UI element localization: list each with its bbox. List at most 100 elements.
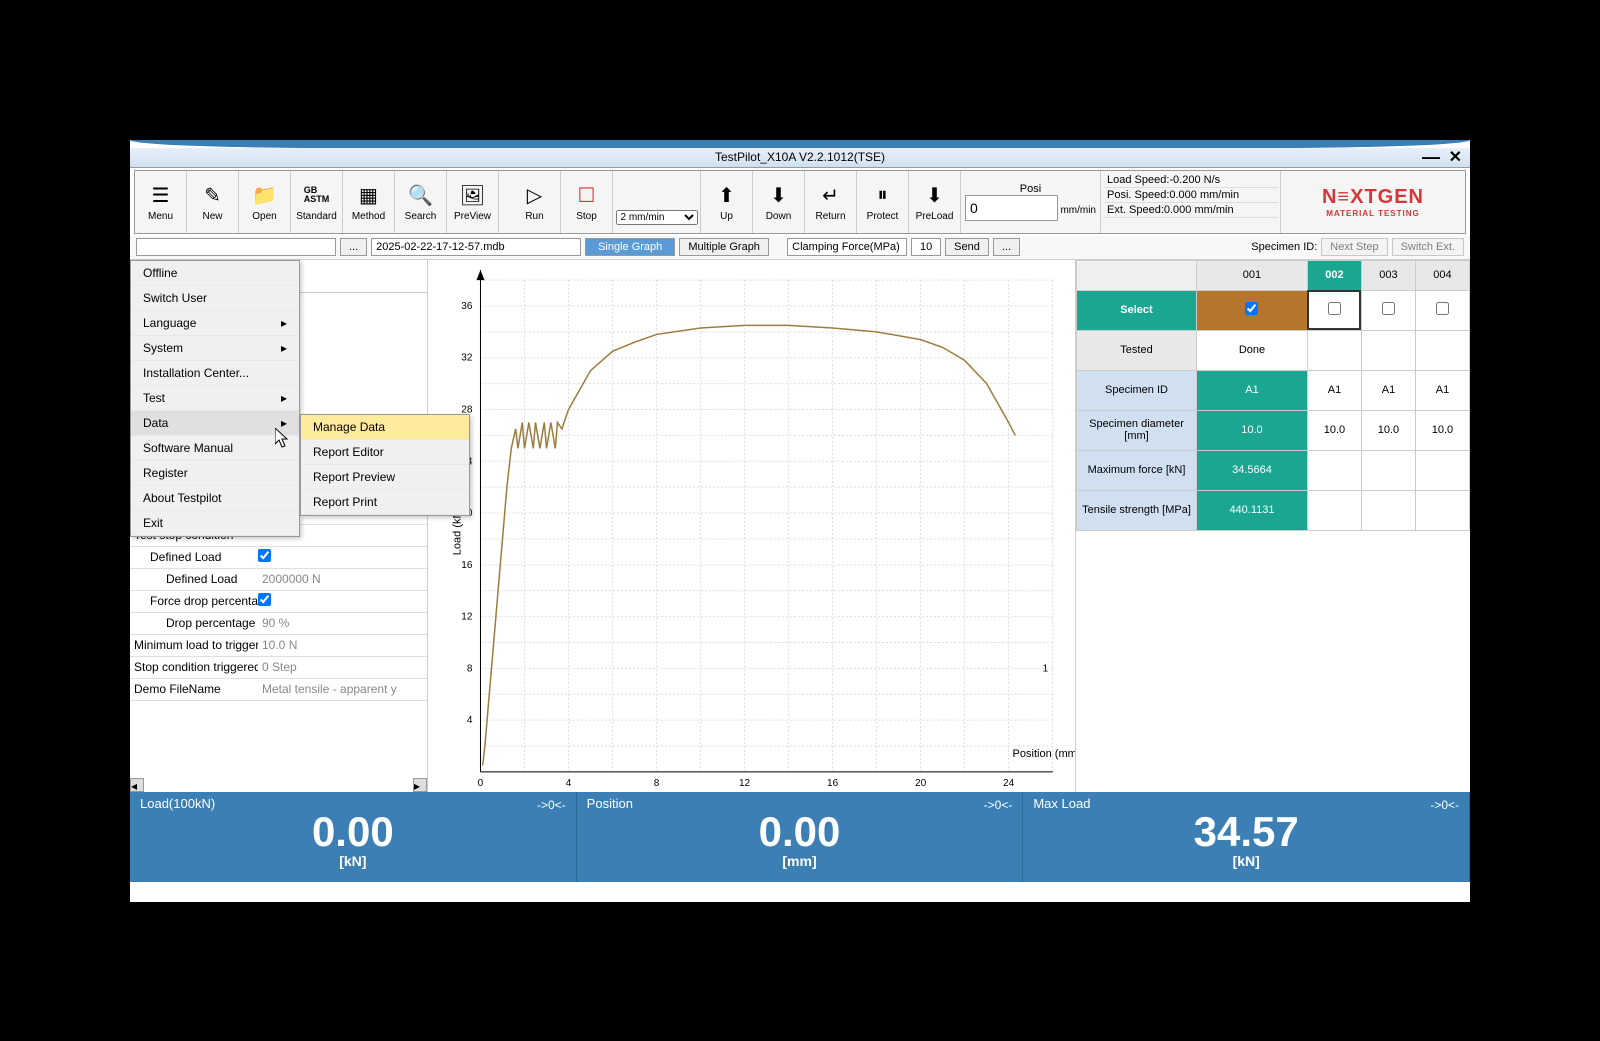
folder-icon: 📁	[252, 181, 277, 209]
prop-row[interactable]: Defined Load2000000 N	[130, 569, 427, 591]
svg-text:20: 20	[915, 777, 927, 788]
standard-button[interactable]: GBASTMStandard	[291, 171, 343, 233]
select-002[interactable]	[1307, 290, 1361, 330]
maxload-unit: [kN]	[1033, 853, 1459, 869]
posi-input[interactable]	[965, 195, 1058, 221]
col-003[interactable]: 003	[1361, 260, 1415, 290]
position-reset[interactable]: ->0<-	[984, 798, 1013, 812]
minimize-button[interactable]: —	[1422, 147, 1440, 168]
logo-text: N≡XTGEN	[1322, 186, 1424, 209]
force-004[interactable]	[1415, 450, 1469, 490]
force-001[interactable]: 34.5664	[1197, 450, 1308, 490]
title-bar: TestPilot_X10A V2.2.1012(TSE) — ✕	[130, 148, 1470, 168]
id-002[interactable]: A1	[1307, 370, 1361, 410]
menu-offline[interactable]: Offline	[131, 261, 299, 286]
method-button[interactable]: ▦Method	[343, 171, 395, 233]
tensile-001[interactable]: 440.1131	[1197, 490, 1308, 530]
maxload-reset[interactable]: ->0<-	[1430, 798, 1459, 812]
posi-speed: Posi. Speed:0.000 mm/min	[1103, 188, 1278, 203]
down-button[interactable]: ⬇Down	[753, 171, 805, 233]
protect-button[interactable]: ⏸Protect	[857, 171, 909, 233]
tensile-004[interactable]	[1415, 490, 1469, 530]
diam-header: Specimen diameter [mm]	[1077, 410, 1197, 450]
menu-software-manual[interactable]: Software Manual	[131, 436, 299, 461]
clamp-value[interactable]: 10	[911, 238, 941, 256]
file-field[interactable]: 2025-02-22-17-12-57.mdb	[371, 238, 581, 256]
specimen-id-label: Specimen ID:	[1251, 241, 1317, 253]
prop-row[interactable]: Stop condition triggered0 Step	[130, 657, 427, 679]
tensile-002[interactable]	[1307, 490, 1361, 530]
menu-exit[interactable]: Exit	[131, 511, 299, 536]
force-002[interactable]	[1307, 450, 1361, 490]
switch-ext-button[interactable]: Switch Ext.	[1392, 238, 1464, 256]
menu-data[interactable]: Data▸	[131, 411, 299, 436]
browse-button[interactable]: ...	[340, 238, 367, 256]
load-reset[interactable]: ->0<-	[537, 798, 566, 812]
scroll-left[interactable]: ◂	[130, 778, 144, 792]
down-icon: ⬇	[770, 181, 787, 209]
prop-row[interactable]: Force drop percenta	[130, 591, 427, 613]
close-button[interactable]: ✕	[1449, 147, 1462, 167]
prop-row[interactable]: Defined Load	[130, 547, 427, 569]
load-status: Load(100kN) ->0<- 0.00 [kN]	[130, 792, 577, 882]
search-button[interactable]: 🔍Search	[395, 171, 447, 233]
submenu-manage-data[interactable]: Manage Data	[301, 415, 469, 440]
speed-select[interactable]: 2 mm/min	[613, 171, 701, 233]
return-button[interactable]: ↵Return	[805, 171, 857, 233]
menu-register[interactable]: Register	[131, 461, 299, 486]
diam-003[interactable]: 10.0	[1361, 410, 1415, 450]
left-combo[interactable]	[136, 238, 336, 256]
col-001[interactable]: 001	[1197, 260, 1308, 290]
send-button[interactable]: Send	[945, 238, 989, 256]
menu-language[interactable]: Language▸	[131, 311, 299, 336]
diam-001[interactable]: 10.0	[1197, 410, 1308, 450]
svg-text:12: 12	[739, 777, 751, 788]
id-001[interactable]: A1	[1197, 370, 1308, 410]
id-004[interactable]: A1	[1415, 370, 1469, 410]
preview-button[interactable]: 🖼PreView	[447, 171, 499, 233]
preload-button[interactable]: ⬇PreLoad	[909, 171, 961, 233]
menu-switch-user[interactable]: Switch User	[131, 286, 299, 311]
menu-installation-center-[interactable]: Installation Center...	[131, 361, 299, 386]
select-001[interactable]	[1197, 290, 1308, 330]
menu-test[interactable]: Test▸	[131, 386, 299, 411]
diam-002[interactable]: 10.0	[1307, 410, 1361, 450]
multiple-graph-tab[interactable]: Multiple Graph	[679, 238, 769, 256]
tensile-003[interactable]	[1361, 490, 1415, 530]
menu-about-testpilot[interactable]: About Testpilot	[131, 486, 299, 511]
select-003[interactable]	[1361, 290, 1415, 330]
open-button[interactable]: 📁Open	[239, 171, 291, 233]
menu-button[interactable]: ☰Menu	[135, 171, 187, 233]
load-speed: Load Speed:-0.200 N/s	[1103, 173, 1278, 188]
svg-text:8: 8	[467, 663, 473, 674]
force-003[interactable]	[1361, 450, 1415, 490]
chart-area: Load (kN) Position (mm) 04812162024 4812…	[428, 260, 1075, 792]
diam-004[interactable]: 10.0	[1415, 410, 1469, 450]
submenu-report-print[interactable]: Report Print	[301, 490, 469, 515]
run-button[interactable]: ▷Run	[509, 171, 561, 233]
next-step-button[interactable]: Next Step	[1321, 238, 1387, 256]
single-graph-tab[interactable]: Single Graph	[585, 238, 675, 256]
prop-row[interactable]: Drop percentage90 %	[130, 613, 427, 635]
status-bar: Load(100kN) ->0<- 0.00 [kN] Position ->0…	[130, 792, 1470, 882]
submenu-report-preview[interactable]: Report Preview	[301, 465, 469, 490]
new-button[interactable]: ✎New	[187, 171, 239, 233]
speed-dropdown[interactable]: 2 mm/min	[616, 210, 698, 225]
scroll-right[interactable]: ▸	[413, 778, 427, 792]
preview-icon: 🖼	[460, 181, 485, 209]
col-004[interactable]: 004	[1415, 260, 1469, 290]
stop-button[interactable]: ☐Stop	[561, 171, 613, 233]
posi-unit: mm/min	[1060, 205, 1096, 216]
clamp-combo[interactable]: Clamping Force(MPa)	[787, 238, 907, 256]
id-003[interactable]: A1	[1361, 370, 1415, 410]
prop-row[interactable]: Minimum load to trigger10.0 N	[130, 635, 427, 657]
svg-text:12: 12	[461, 611, 473, 622]
prop-row[interactable]: Demo FileNameMetal tensile - apparent y	[130, 679, 427, 701]
menu-system[interactable]: System▸	[131, 336, 299, 361]
select-004[interactable]	[1415, 290, 1469, 330]
submenu-report-editor[interactable]: Report Editor	[301, 440, 469, 465]
more-button[interactable]: ...	[993, 238, 1020, 256]
up-button[interactable]: ⬆Up	[701, 171, 753, 233]
tested-001: Done	[1197, 330, 1308, 370]
col-002[interactable]: 002	[1307, 260, 1361, 290]
